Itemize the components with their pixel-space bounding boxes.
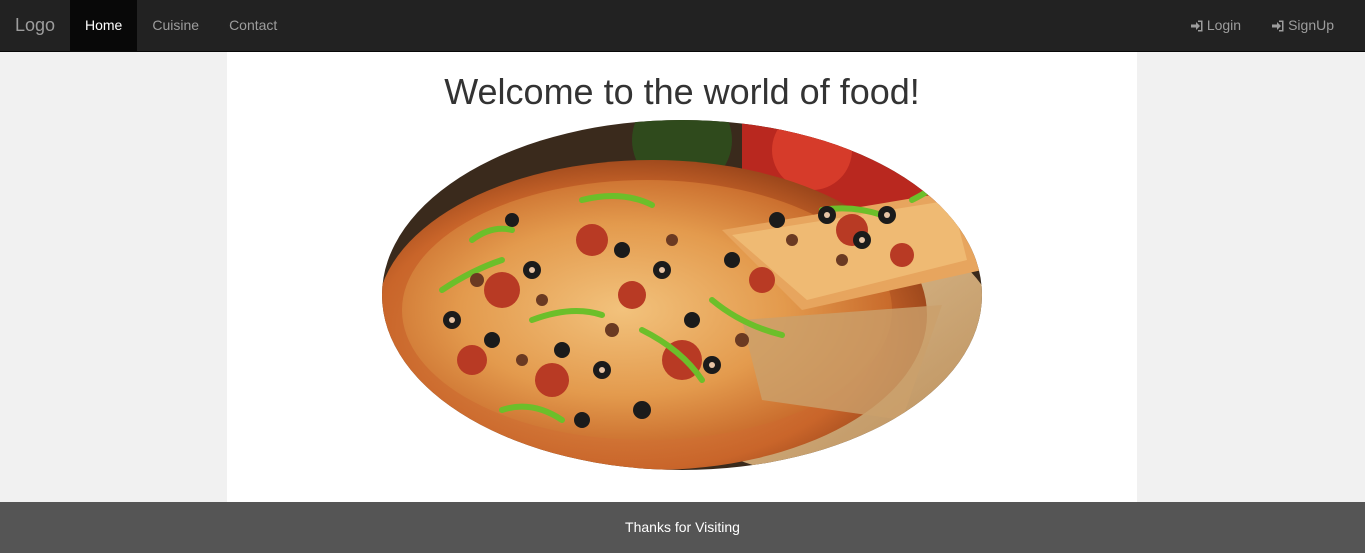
auth-links: Login SignUp (1175, 0, 1349, 51)
pizza-image (382, 120, 982, 470)
signup-link[interactable]: SignUp (1256, 0, 1349, 51)
page-title: Welcome to the world of food! (444, 71, 920, 112)
nav-item-cuisine[interactable]: Cuisine (137, 0, 214, 51)
login-label: Login (1206, 17, 1242, 33)
login-link[interactable]: Login (1175, 0, 1256, 51)
footer: Thanks for Visiting (0, 502, 1365, 553)
footer-text: Thanks for Visiting (625, 519, 740, 535)
log-in-icon (1272, 20, 1284, 31)
signup-label: SignUp (1288, 17, 1334, 33)
top-navbar: Logo Home Cuisine Contact Login SignUp (0, 0, 1365, 52)
nav-item-contact[interactable]: Contact (214, 0, 292, 51)
main-content: Welcome to the world of food! (227, 52, 1137, 502)
brand-logo[interactable]: Logo (0, 0, 70, 51)
log-in-icon (1190, 20, 1203, 31)
nav-links: Home Cuisine Contact (70, 0, 292, 51)
nav-item-home[interactable]: Home (70, 0, 138, 51)
